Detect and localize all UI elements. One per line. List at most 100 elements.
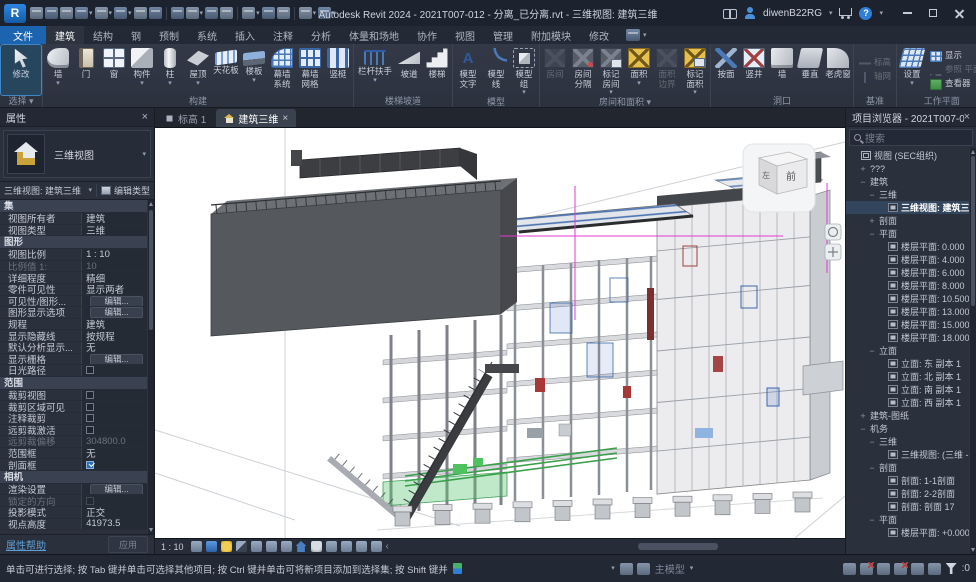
- design-option-select[interactable]: 主模型: [655, 561, 685, 576]
- viewcube-front-label[interactable]: 前: [786, 170, 796, 183]
- property-value[interactable]: [81, 390, 147, 401]
- undo-button[interactable]: ▾: [95, 7, 113, 19]
- scroll-down-icon[interactable]: [971, 548, 975, 552]
- tree-expand-icon[interactable]: +: [868, 216, 876, 226]
- selection-indicator-icon[interactable]: [928, 563, 941, 575]
- tree-item-19[interactable]: 立面: 西 副本 1: [846, 396, 969, 409]
- help-icon[interactable]: [859, 7, 872, 20]
- property-value[interactable]: 正交: [81, 507, 147, 518]
- browser-close-icon[interactable]: ×: [964, 112, 970, 123]
- view-tab-3d[interactable]: 建筑三维 ×: [216, 109, 296, 127]
- window-button[interactable]: 窗: [100, 45, 128, 95]
- type-selector-caret-icon[interactable]: ▾: [142, 151, 146, 158]
- property-value[interactable]: [81, 401, 147, 412]
- property-value[interactable]: 编辑...: [81, 484, 147, 495]
- design-options-icon[interactable]: [637, 563, 650, 575]
- tree-item-25[interactable]: 剖面: 1-1剖面: [846, 474, 969, 487]
- room-separator-button[interactable]: 房间 分隔: [569, 45, 597, 96]
- tree-item-13[interactable]: 楼层平面: 15.000: [846, 318, 969, 331]
- area-button[interactable]: 面积▾: [625, 45, 653, 96]
- properties-help-link[interactable]: 属性帮助: [6, 537, 46, 552]
- door-button[interactable]: 门: [72, 45, 100, 95]
- restore-button[interactable]: [920, 2, 946, 24]
- select-underlay-elements-icon[interactable]: [860, 563, 873, 575]
- property-value[interactable]: 建筑: [81, 319, 147, 330]
- property-section-header[interactable]: 相机: [0, 471, 147, 484]
- sun-path-icon[interactable]: [221, 541, 232, 552]
- checkbox[interactable]: [86, 461, 94, 469]
- workplane-show-button[interactable]: 显示: [928, 50, 976, 63]
- filter-icon[interactable]: [946, 563, 957, 574]
- properties-header[interactable]: 属性 ×: [0, 108, 154, 127]
- tree-item-21[interactable]: −机务: [846, 422, 969, 435]
- property-value[interactable]: 41973.5: [81, 519, 147, 530]
- edit-button[interactable]: 编辑...: [90, 484, 144, 495]
- view-tab-close-icon[interactable]: ×: [282, 113, 288, 124]
- property-value[interactable]: 10: [81, 261, 147, 272]
- property-value[interactable]: 显示两者: [81, 284, 147, 295]
- horizontal-scroll-thumb[interactable]: [638, 543, 718, 550]
- tree-item-5[interactable]: +剖面: [846, 214, 969, 227]
- property-value[interactable]: [81, 413, 147, 424]
- tree-expand-icon[interactable]: −: [868, 229, 876, 239]
- checkbox[interactable]: [86, 426, 94, 434]
- ribbon-group-label[interactable]: 基准: [855, 95, 895, 107]
- wall-button[interactable]: 墙▾: [44, 45, 72, 95]
- temporary-view-properties-icon[interactable]: [326, 541, 337, 552]
- ribbon-tab-6[interactable]: 注释: [264, 26, 302, 44]
- stair-button[interactable]: 楼梯: [423, 45, 451, 95]
- tree-expand-icon[interactable]: +: [859, 164, 867, 174]
- default-3d-view-button[interactable]: ▾: [242, 7, 260, 19]
- curtain-grid-button[interactable]: 幕墙 网格: [296, 45, 324, 95]
- checkbox[interactable]: [86, 403, 94, 411]
- property-section-header[interactable]: 图形: [0, 236, 147, 249]
- tree-item-26[interactable]: 剖面: 2-2剖面: [846, 487, 969, 500]
- property-value[interactable]: 无: [81, 342, 147, 353]
- property-value[interactable]: 按规程: [81, 330, 147, 341]
- viewcube[interactable]: 左 前: [743, 144, 815, 212]
- tag-room-button[interactable]: 标记 房间▾: [597, 45, 625, 96]
- tree-expand-icon[interactable]: −: [859, 424, 867, 434]
- measure-button[interactable]: [171, 7, 184, 19]
- ribbon-toggle-button[interactable]: [30, 7, 43, 19]
- notification-flag-icon[interactable]: [453, 563, 462, 574]
- status-caret-icon[interactable]: ▾: [611, 565, 615, 572]
- modify-button[interactable]: 修改: [1, 45, 41, 95]
- tree-item-3[interactable]: −三维: [846, 188, 969, 201]
- ribbon-tab-3[interactable]: 预制: [150, 26, 188, 44]
- horizontal-scrollbar[interactable]: [393, 543, 839, 550]
- property-value[interactable]: 建筑: [81, 213, 147, 224]
- revit-menu-button[interactable]: R: [4, 4, 26, 23]
- rendering-icon[interactable]: [251, 541, 262, 552]
- ribbon-tab-13[interactable]: 修改: [580, 26, 618, 44]
- ribbon-tab-9[interactable]: 协作: [408, 26, 446, 44]
- select-pinned-elements-icon[interactable]: [877, 563, 890, 575]
- property-value[interactable]: 无: [81, 448, 147, 459]
- edit-type-button[interactable]: 编辑类型: [96, 184, 154, 197]
- properties-scroll-thumb[interactable]: [149, 210, 153, 330]
- opening-by-face-button[interactable]: 按面: [712, 45, 740, 95]
- tree-item-8[interactable]: 楼层平面: 4.000: [846, 253, 969, 266]
- select-links-icon[interactable]: [843, 563, 856, 575]
- dormer-button[interactable]: 老虎窗: [824, 45, 852, 95]
- scale-button[interactable]: 1 : 10: [161, 542, 184, 552]
- store-cart-icon[interactable]: [839, 8, 852, 16]
- tag-area-button[interactable]: 标记 面积▾: [681, 45, 709, 96]
- scroll-down-icon[interactable]: [149, 528, 153, 532]
- ribbon-tab-7[interactable]: 分析: [302, 26, 340, 44]
- edit-button[interactable]: 编辑...: [90, 307, 144, 318]
- tree-item-29[interactable]: 楼层平面: +0.000: [846, 526, 969, 539]
- ribbon-tab-10[interactable]: 视图: [446, 26, 484, 44]
- viewcube-left-label[interactable]: 左: [762, 170, 770, 180]
- tag-by-category-button[interactable]: [205, 7, 218, 19]
- temporary-hide-isolate-icon[interactable]: [296, 541, 307, 552]
- browser-scroll-thumb[interactable]: [971, 156, 975, 306]
- viewer-button[interactable]: 查看器: [928, 78, 976, 91]
- property-value[interactable]: 1 : 10: [81, 249, 147, 260]
- property-value[interactable]: 精细: [81, 272, 147, 283]
- show-crop-region-icon[interactable]: [281, 541, 292, 552]
- drawing-area[interactable]: 左 前: [155, 128, 845, 538]
- tree-item-0[interactable]: 视图 (SEC组织): [846, 149, 969, 162]
- floor-button[interactable]: 楼板▾: [240, 45, 268, 95]
- property-value[interactable]: [81, 365, 147, 376]
